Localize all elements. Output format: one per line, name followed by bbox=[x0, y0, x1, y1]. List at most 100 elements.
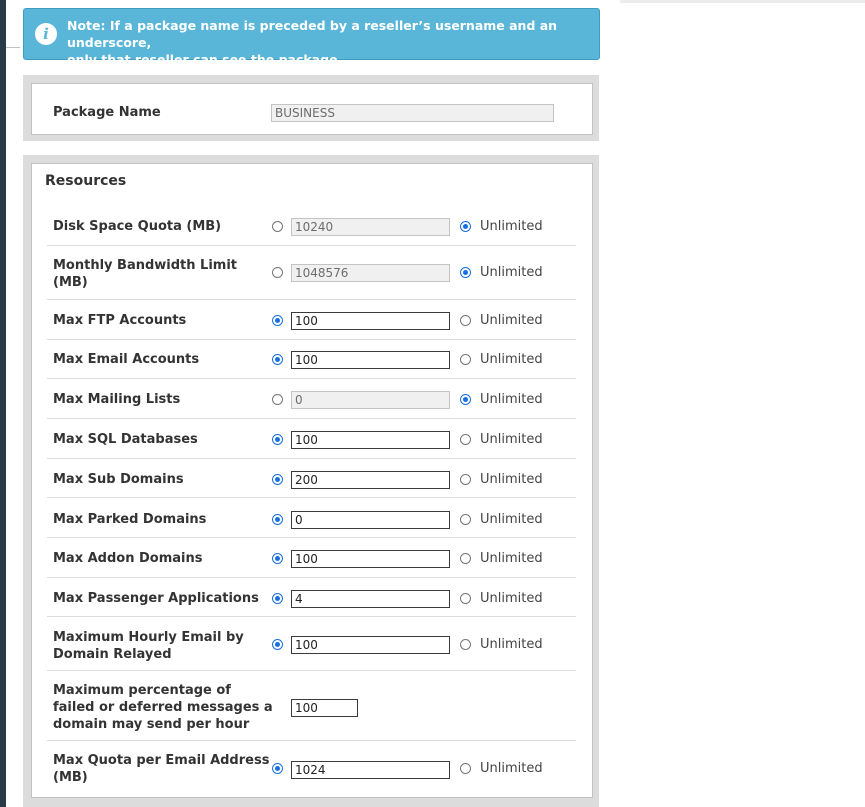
package-name-label: Package Name bbox=[53, 105, 161, 120]
monthly-bandwidth-limit-label: Monthly Bandwidth Limit (MB) bbox=[53, 257, 237, 291]
max-parked-domains-label-line1: Max Parked Domains bbox=[53, 512, 207, 527]
row-separator bbox=[47, 458, 576, 459]
max-passenger-applications-unlimited-label: Unlimited bbox=[480, 591, 543, 606]
failed-deferred-percentage-label: Maximum percentage of failed or deferred … bbox=[53, 682, 273, 733]
max-addon-domains-unlimited-radio[interactable] bbox=[460, 553, 471, 564]
failed-deferred-percentage-label-line1: Maximum percentage of bbox=[53, 683, 231, 698]
monthly-bandwidth-limit-unlimited-label: Unlimited bbox=[480, 265, 543, 280]
max-quota-per-email-input[interactable]: 1024 bbox=[291, 761, 450, 779]
disk-space-quota-mb-unlimited-label: Unlimited bbox=[480, 219, 543, 234]
max-addon-domains-limited-radio[interactable] bbox=[272, 553, 283, 564]
failed-deferred-percentage-label-line3: domain may send per hour bbox=[53, 717, 250, 732]
max-quota-per-email-label: Max Quota per Email Address (MB) bbox=[53, 752, 269, 786]
max-mailing-lists-unlimited-label: Unlimited bbox=[480, 392, 543, 407]
max-ftp-accounts-unlimited-radio[interactable] bbox=[460, 315, 471, 326]
max-mailing-lists-limited-radio[interactable] bbox=[272, 394, 283, 405]
max-email-accounts-unlimited-radio[interactable] bbox=[460, 354, 471, 365]
max-sub-domains-limited-radio[interactable] bbox=[272, 474, 283, 485]
max-email-accounts-unlimited-label: Unlimited bbox=[480, 352, 543, 367]
disk-space-quota-mb-input[interactable]: 10240 bbox=[291, 218, 450, 236]
max-sql-databases-unlimited-label: Unlimited bbox=[480, 432, 543, 447]
row-separator bbox=[47, 245, 576, 246]
maximum-hourly-email-by-limited-radio[interactable] bbox=[272, 639, 283, 650]
disk-space-quota-mb-unlimited-radio[interactable] bbox=[460, 221, 471, 232]
max-addon-domains-unlimited-label: Unlimited bbox=[480, 551, 543, 566]
max-parked-domains-unlimited-label: Unlimited bbox=[480, 512, 543, 527]
max-mailing-lists-input[interactable]: 0 bbox=[291, 391, 450, 409]
max-passenger-applications-label: Max Passenger Applications bbox=[53, 590, 259, 607]
max-sql-databases-unlimited-radio[interactable] bbox=[460, 434, 471, 445]
max-sub-domains-input[interactable]: 200 bbox=[291, 471, 450, 489]
row-separator bbox=[47, 670, 576, 671]
max-parked-domains-limited-radio[interactable] bbox=[272, 514, 283, 525]
max-parked-domains-label: Max Parked Domains bbox=[53, 511, 206, 528]
row-separator bbox=[47, 418, 576, 419]
max-ftp-accounts-label: Max FTP Accounts bbox=[53, 312, 186, 329]
max-addon-domains-label: Max Addon Domains bbox=[53, 550, 203, 567]
max-email-accounts-limited-radio[interactable] bbox=[272, 354, 283, 365]
max-mailing-lists-unlimited-radio[interactable] bbox=[460, 394, 471, 405]
disk-space-quota-mb-label: Disk Space Quota (MB) bbox=[53, 218, 221, 235]
maximum-hourly-email-by-input[interactable]: 100 bbox=[291, 636, 450, 654]
row-separator bbox=[47, 497, 576, 498]
max-passenger-applications-unlimited-radio[interactable] bbox=[460, 593, 471, 604]
max-passenger-applications-limited-radio[interactable] bbox=[272, 593, 283, 604]
max-sub-domains-unlimited-label: Unlimited bbox=[480, 472, 543, 487]
resources-title: Resources bbox=[45, 173, 127, 189]
max-addon-domains-input[interactable]: 100 bbox=[291, 550, 450, 568]
row-separator bbox=[47, 537, 576, 538]
note-banner: i Note: If a package name is preceded by… bbox=[23, 8, 600, 67]
max-quota-per-email-unlimited-label: Unlimited bbox=[480, 761, 543, 776]
max-quota-per-email-label-line1: Max Quota per Email Address bbox=[53, 753, 270, 768]
maximum-hourly-email-by-label-line1: Maximum Hourly Email by bbox=[53, 630, 244, 645]
disk-space-quota-mb-label-line1: Disk Space Quota (MB) bbox=[53, 219, 222, 234]
row-separator bbox=[47, 299, 576, 300]
max-sub-domains-label-line1: Max Sub Domains bbox=[53, 472, 184, 487]
max-addon-domains-label-line1: Max Addon Domains bbox=[53, 551, 203, 566]
note-text: Note: If a package name is preceded by a… bbox=[67, 17, 587, 68]
maximum-hourly-email-by-label-line2: Domain Relayed bbox=[53, 647, 172, 662]
left-sidebar-edge bbox=[0, 0, 20, 807]
row-separator bbox=[47, 378, 576, 379]
top-edge bbox=[620, 0, 865, 3]
row-separator bbox=[47, 577, 576, 578]
max-ftp-accounts-unlimited-label: Unlimited bbox=[480, 313, 543, 328]
max-ftp-accounts-input[interactable]: 100 bbox=[291, 312, 450, 330]
monthly-bandwidth-limit-label-line2: (MB) bbox=[53, 275, 88, 290]
max-parked-domains-unlimited-radio[interactable] bbox=[460, 514, 471, 525]
max-parked-domains-input[interactable]: 0 bbox=[291, 511, 450, 529]
max-sub-domains-unlimited-radio[interactable] bbox=[460, 474, 471, 485]
note-line-1: Note: If a package name is preceded by a… bbox=[67, 18, 558, 50]
info-icon: i bbox=[35, 23, 57, 45]
max-sql-databases-input[interactable]: 100 bbox=[291, 431, 450, 449]
max-ftp-accounts-limited-radio[interactable] bbox=[272, 315, 283, 326]
row-separator bbox=[47, 616, 576, 617]
failed-deferred-percentage-input[interactable]: 100 bbox=[291, 699, 358, 717]
note-line-2: only that reseller can see the package. bbox=[67, 52, 343, 67]
max-quota-per-email-limited-radio[interactable] bbox=[272, 763, 283, 774]
monthly-bandwidth-limit-unlimited-radio[interactable] bbox=[460, 267, 471, 278]
max-email-accounts-label-line1: Max Email Accounts bbox=[53, 352, 200, 367]
package-name-field[interactable]: BUSINESS bbox=[271, 104, 554, 122]
maximum-hourly-email-by-label: Maximum Hourly Email by Domain Relayed bbox=[53, 629, 244, 663]
max-mailing-lists-label: Max Mailing Lists bbox=[53, 391, 180, 408]
monthly-bandwidth-limit-input[interactable]: 1048576 bbox=[291, 264, 450, 282]
monthly-bandwidth-limit-limited-radio[interactable] bbox=[272, 267, 283, 278]
max-passenger-applications-label-line1: Max Passenger Applications bbox=[53, 591, 259, 606]
row-separator bbox=[47, 740, 576, 741]
disk-space-quota-mb-limited-radio[interactable] bbox=[272, 221, 283, 232]
max-email-accounts-label: Max Email Accounts bbox=[53, 351, 199, 368]
max-passenger-applications-input[interactable]: 4 bbox=[291, 590, 450, 608]
max-mailing-lists-label-line1: Max Mailing Lists bbox=[53, 392, 181, 407]
max-quota-per-email-unlimited-radio[interactable] bbox=[460, 763, 471, 774]
max-sql-databases-label-line1: Max SQL Databases bbox=[53, 432, 198, 447]
max-sql-databases-limited-radio[interactable] bbox=[272, 434, 283, 445]
failed-deferred-percentage-label-line2: failed or deferred messages a bbox=[53, 700, 273, 715]
maximum-hourly-email-by-unlimited-radio[interactable] bbox=[460, 639, 471, 650]
max-email-accounts-input[interactable]: 100 bbox=[291, 351, 450, 369]
row-separator bbox=[47, 339, 576, 340]
maximum-hourly-email-by-unlimited-label: Unlimited bbox=[480, 637, 543, 652]
max-ftp-accounts-label-line1: Max FTP Accounts bbox=[53, 313, 187, 328]
max-sql-databases-label: Max SQL Databases bbox=[53, 431, 198, 448]
max-sub-domains-label: Max Sub Domains bbox=[53, 471, 184, 488]
